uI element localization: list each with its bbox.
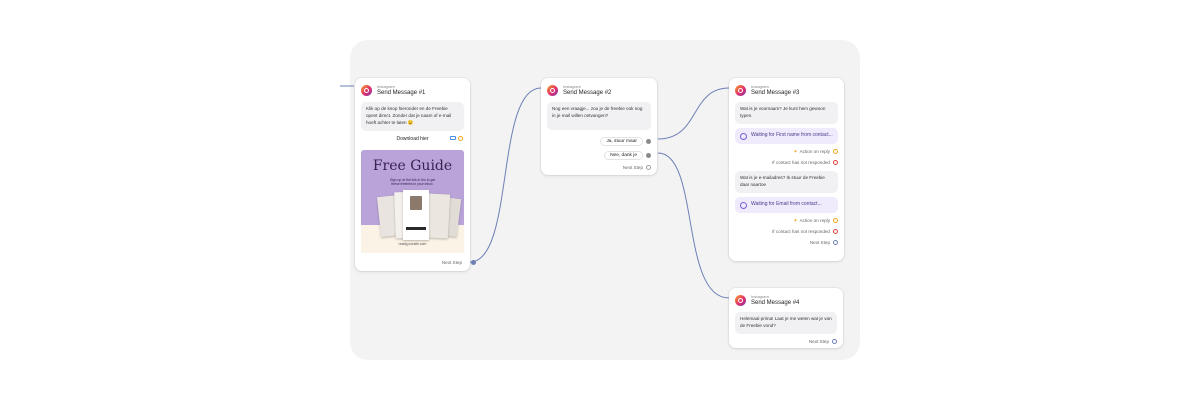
quick-reply-no[interactable]: Nee, dank je: [547, 150, 651, 160]
quick-reply-chip[interactable]: Nee, dank je: [604, 150, 643, 160]
guide-image[interactable]: Free Guide Sign up at the link in bio to…: [361, 149, 464, 253]
guide-title: Free Guide: [372, 157, 453, 174]
no-response-row[interactable]: If contact has not responded: [735, 159, 838, 167]
next-step-port[interactable]: [832, 339, 837, 345]
message-node-4[interactable]: Instagram Send Message #4 Helemaal prima…: [729, 288, 843, 348]
instagram-icon: [735, 295, 746, 306]
next-step-port[interactable]: [471, 259, 476, 265]
next-step-label: Next Step: [622, 164, 643, 170]
action-on-reply-label: Action on reply: [799, 149, 830, 155]
question-bubble[interactable]: Wat is je e-mailadres? Ik stuur de Freeb…: [735, 170, 838, 193]
no-response-port[interactable]: [833, 229, 838, 235]
link-icon[interactable]: [450, 135, 456, 140]
message-node-2[interactable]: Instagram Send Message #2 Nog een vraagj…: [541, 78, 657, 175]
node-platform: Instagram: [751, 294, 769, 299]
next-step-port[interactable]: [646, 164, 651, 170]
instagram-icon: [547, 85, 558, 96]
next-step-row[interactable]: Next Step: [735, 239, 838, 247]
next-step-row[interactable]: Next Step: [441, 258, 476, 266]
no-response-port[interactable]: [833, 160, 838, 166]
action-on-reply-row[interactable]: ✦ Action on reply: [735, 148, 838, 156]
node-platform: Instagram: [563, 84, 581, 89]
action-icon[interactable]: [458, 135, 463, 141]
guide-book-front: [403, 189, 429, 240]
action-port[interactable]: [833, 218, 838, 224]
question-bubble[interactable]: Wat is je voornaam? Je kunt hem gewoon t…: [735, 102, 838, 124]
node-title: Send Message #3: [751, 90, 800, 96]
reply-port[interactable]: [646, 152, 651, 158]
next-step-label: Next Step: [441, 259, 462, 265]
chat-icon: [740, 201, 747, 209]
next-step-row[interactable]: Next Step: [547, 163, 651, 171]
download-button[interactable]: Download hier: [361, 134, 464, 145]
node-title: Send Message #1: [377, 90, 426, 96]
reply-port[interactable]: [646, 138, 651, 144]
guide-url: readyyoursite.com: [398, 241, 427, 246]
message-node-3[interactable]: Instagram Send Message #3 Wat is je voor…: [729, 78, 844, 261]
download-button-label: Download hier: [396, 136, 429, 143]
sparkle-icon: ✦: [793, 217, 798, 224]
node-title: Send Message #4: [751, 300, 800, 306]
quick-reply-yes[interactable]: Ja, stuur maar: [547, 136, 651, 146]
no-response-label: If contact has not responded: [772, 229, 830, 235]
waiting-input[interactable]: Waiting for Email from contact...: [735, 196, 838, 213]
no-response-label: If contact has not responded: [772, 160, 830, 166]
next-step-label: Next Step: [809, 240, 830, 246]
waiting-text: Waiting for Email from contact...: [751, 200, 822, 207]
quick-reply-chip[interactable]: Ja, stuur maar: [600, 136, 643, 146]
waiting-input[interactable]: Waiting for First name from contact...: [735, 127, 838, 144]
node-header: Instagram Send Message #1: [355, 78, 470, 98]
guide-subtitle: Sign up at the link in bio to get these …: [389, 177, 436, 187]
node-title: Send Message #2: [563, 90, 612, 96]
guide-book: [425, 193, 451, 239]
node-header: Instagram Send Message #4: [729, 288, 843, 308]
message-bubble[interactable]: Helemaal prima! Laat je me weten wat je …: [735, 312, 837, 334]
waiting-text: Waiting for First name from contact...: [751, 131, 833, 138]
next-step-row[interactable]: Next Step: [735, 338, 837, 346]
action-on-reply-label: Action on reply: [799, 218, 830, 224]
node-platform: Instagram: [751, 84, 769, 89]
node-header: Instagram Send Message #2: [541, 78, 657, 98]
message-node-1[interactable]: Instagram Send Message #1 Klik op de kno…: [355, 78, 476, 271]
message-bubble[interactable]: Klik op de knop hieronder en de Freebie …: [361, 102, 464, 131]
node-platform: Instagram: [377, 84, 395, 89]
chat-icon: [740, 132, 747, 140]
next-step-port[interactable]: [833, 240, 838, 246]
no-response-row[interactable]: If contact has not responded: [735, 228, 838, 236]
instagram-icon: [735, 85, 746, 96]
instagram-icon: [361, 85, 372, 96]
message-bubble[interactable]: Nog een vraagje... zou je de freebie ook…: [547, 102, 651, 130]
node-header: Instagram Send Message #3: [729, 78, 844, 98]
next-step-label: Next Step: [808, 339, 829, 345]
sparkle-icon: ✦: [793, 148, 798, 155]
action-on-reply-row[interactable]: ✦ Action on reply: [735, 217, 838, 225]
action-port[interactable]: [833, 149, 838, 155]
